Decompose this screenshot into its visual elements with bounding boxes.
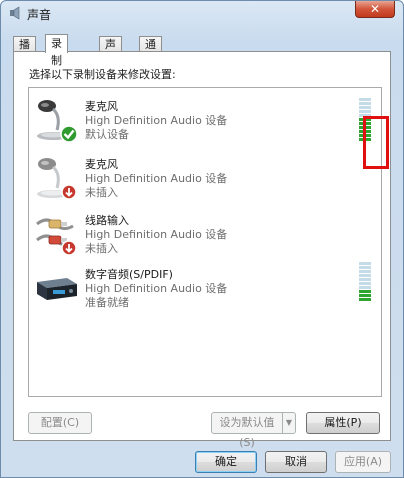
device-status: 未插入: [85, 242, 118, 255]
close-icon: ✕: [369, 2, 381, 16]
meter-segment: [359, 110, 371, 113]
list-item-microphone-default[interactable]: 麦克风 High Definition Audio 设备 默认设备: [29, 92, 381, 148]
close-button[interactable]: ✕: [355, 1, 395, 18]
meter-segment: [359, 282, 371, 285]
list-item-spdif[interactable]: 数字音频(S/PDIF) High Definition Audio 设备 准备…: [29, 260, 381, 316]
set-default-button[interactable]: 设为默认值(S): [211, 412, 283, 449]
tab-recording[interactable]: 录制: [45, 34, 68, 67]
meter-segment: [359, 290, 371, 293]
properties-button[interactable]: 属性(P): [306, 412, 380, 434]
device-status: 默认设备: [85, 128, 129, 141]
meter-segment: [359, 266, 371, 269]
cancel-button[interactable]: 取消: [265, 451, 327, 473]
spdif-device-icon: [37, 278, 77, 300]
tab-sounds[interactable]: 声音: [99, 36, 122, 66]
meter-segment: [359, 298, 371, 301]
window-title: 声音: [27, 8, 52, 22]
meter-segment: [359, 102, 371, 105]
meter-segment: [359, 286, 371, 289]
tab-communications[interactable]: 通信: [139, 36, 162, 66]
line-in-unplugged-icon: [36, 218, 77, 256]
level-meter: [359, 262, 371, 302]
speaker-icon: [10, 6, 20, 20]
set-default-dropdown[interactable]: ▼: [282, 412, 296, 434]
meter-segment: [359, 294, 371, 297]
meter-segment: [359, 262, 371, 265]
microphone-default-icon: [37, 100, 78, 143]
chevron-down-icon: ▼: [285, 418, 293, 427]
tab-playback[interactable]: 播放: [13, 36, 36, 66]
microphone-unplugged-icon: [37, 158, 77, 200]
list-item-microphone-unplugged[interactable]: 麦克风 High Definition Audio 设备 未插入: [29, 150, 381, 206]
meter-segment: [359, 270, 371, 273]
ok-button[interactable]: 确定: [195, 451, 257, 473]
device-status: 未插入: [85, 186, 118, 199]
device-list[interactable]: 麦克风 High Definition Audio 设备 默认设备 麦克风 Hi…: [28, 87, 389, 397]
apply-button[interactable]: 应用(A): [335, 451, 391, 473]
configure-button[interactable]: 配置(C): [28, 412, 92, 434]
recording-panel: 选择以下录制设备来修改设置: 麦克风 High Definition Audio…: [13, 51, 391, 449]
title-bar[interactable]: 声音 ✕: [1, 1, 403, 27]
sound-dialog: 声音 ✕ 播放 录制 声音 通信 选择以下录制设备来修改设置:: [0, 0, 404, 478]
list-item-line-in[interactable]: 线路输入 High Definition Audio 设备 未插入: [29, 206, 381, 262]
meter-segment: [359, 278, 371, 281]
meter-segment: [359, 106, 371, 109]
highlight-box: [363, 116, 389, 169]
meter-segment: [359, 98, 371, 101]
device-status: 准备就绪: [85, 296, 129, 309]
meter-segment: [359, 274, 371, 277]
